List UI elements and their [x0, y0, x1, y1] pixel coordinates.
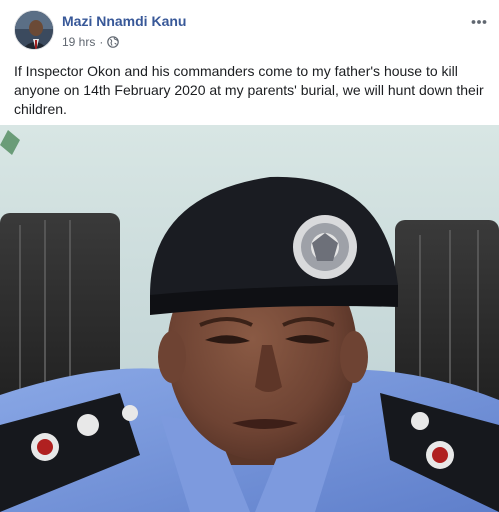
globe-icon[interactable]: [107, 36, 120, 48]
post-photo[interactable]: [0, 125, 499, 512]
post-text: If Inspector Okon and his commanders com…: [14, 63, 484, 117]
facebook-post: Mazi Nnamdi Kanu 19 hrs · If Inspector O…: [0, 0, 499, 512]
post-meta: 19 hrs ·: [62, 35, 120, 49]
post-header: Mazi Nnamdi Kanu 19 hrs ·: [0, 0, 499, 60]
meta-separator: ·: [99, 35, 104, 49]
post-timestamp[interactable]: 19 hrs: [62, 35, 95, 49]
more-options-icon[interactable]: [467, 10, 491, 34]
author-avatar[interactable]: [14, 10, 54, 50]
author-name[interactable]: Mazi Nnamdi Kanu: [62, 13, 186, 29]
